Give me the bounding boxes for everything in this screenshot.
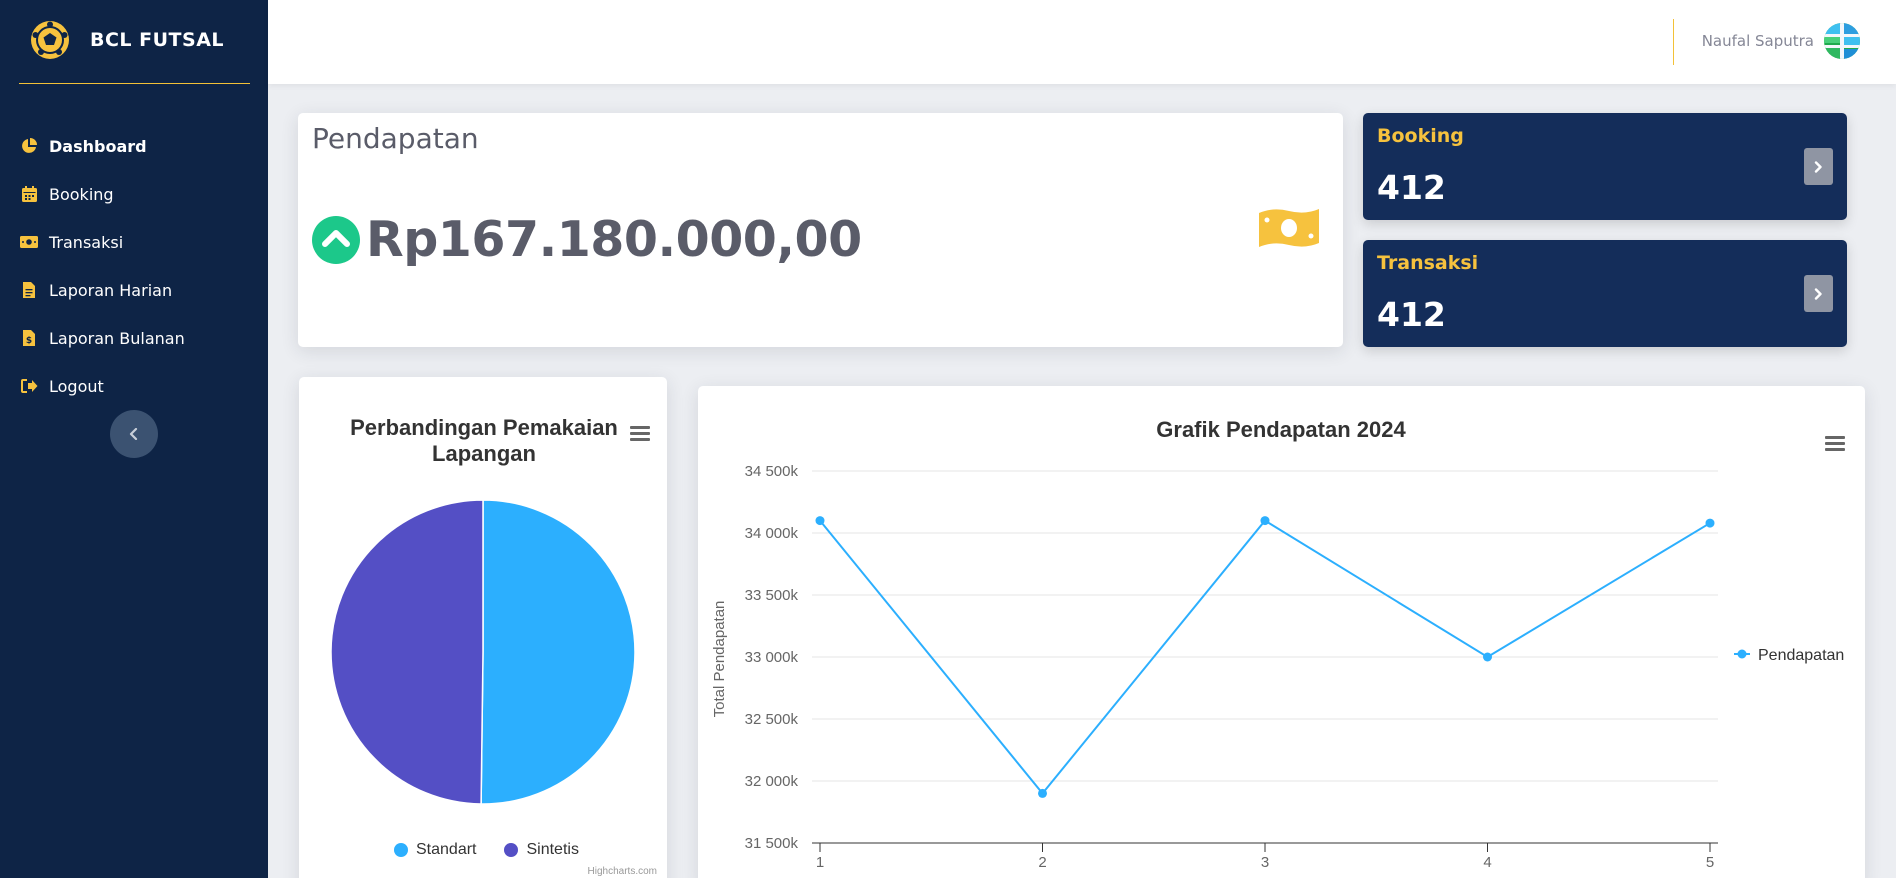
legend-item-pendapatan[interactable]: Pendapatan [1734, 647, 1844, 664]
sidebar-item-dashboard[interactable]: Dashboard [20, 122, 185, 170]
legend-marker [504, 843, 519, 857]
file-invoice-icon: $ [20, 329, 38, 347]
legend-label: Standart [416, 841, 477, 858]
legend-item-standart[interactable]: Standart [394, 841, 476, 859]
arrow-up-circle-icon [312, 215, 360, 264]
data-point[interactable] [1483, 652, 1492, 662]
money-bill-icon [20, 233, 38, 251]
data-point[interactable] [1260, 516, 1270, 526]
x-tick-label: 2 [1038, 854, 1046, 871]
sidebar-item-label: Logout [49, 376, 104, 396]
topbar-divider [1673, 19, 1674, 65]
data-point[interactable] [815, 516, 825, 526]
brand-name: BCL FUTSAL [90, 29, 225, 51]
sidebar-item-label: Booking [49, 184, 114, 204]
data-point[interactable] [1705, 518, 1715, 528]
pie-chart [330, 499, 636, 805]
y-axis-label: Total Pendapatan [711, 601, 728, 718]
chevron-right-icon [1814, 160, 1822, 173]
booking-detail-button[interactable] [1804, 148, 1833, 185]
revenue-title: Pendapatan [312, 122, 479, 155]
x-tick-label: 3 [1261, 854, 1269, 871]
y-tick-label: 34 500k [745, 463, 799, 480]
legend-marker [1737, 649, 1747, 659]
x-tick-label: 1 [816, 854, 824, 871]
chevron-left-icon [129, 428, 138, 440]
sidebar-item-label: Transaksi [49, 232, 124, 252]
soccer-ball-icon [31, 21, 69, 59]
file-icon [20, 281, 38, 299]
sidebar-item-logout[interactable]: Logout [20, 362, 185, 410]
line-chart-card: Grafik Pendapatan 2024 31 500k 32 000k 32 5… [698, 386, 1865, 878]
y-tick-label: 33 500k [745, 587, 799, 604]
sidebar-item-laporan-bulanan[interactable]: $ Laporan Bulanan [20, 314, 185, 362]
stat-label: Transaksi [1377, 252, 1479, 274]
sidebar-item-label: Laporan Harian [49, 280, 173, 300]
sidebar-item-label: Laporan Bulanan [49, 328, 185, 348]
legend-label: Sintetis [526, 841, 579, 858]
y-tick-label: 34 000k [745, 525, 799, 542]
pie-slice-standart[interactable] [480, 499, 636, 805]
sidebar-nav: Dashboard Booking Transaksi Laporan Hari… [20, 122, 185, 410]
stat-value: 412 [1377, 295, 1446, 334]
pie-chart-card: Perbandingan Pemakaian Lapangan Standart… [299, 377, 667, 878]
booking-stat-card: Booking 412 [1363, 113, 1847, 220]
x-tick-label: 4 [1483, 854, 1491, 871]
sidebar-item-laporan-harian[interactable]: Laporan Harian [20, 266, 185, 314]
sign-out-icon [20, 377, 38, 395]
chart-pie-icon [20, 137, 38, 155]
transaksi-detail-button[interactable] [1804, 275, 1833, 312]
data-point[interactable] [1038, 788, 1047, 798]
svg-text:$: $ [26, 336, 32, 346]
avatar[interactable] [1823, 22, 1861, 60]
topbar: Naufal Saputra [268, 0, 1896, 84]
sidebar: BCL FUTSAL Dashboard Booking Transaksi L… [0, 0, 268, 878]
pie-slice-sintetis[interactable] [330, 499, 484, 805]
chart-title: Grafik Pendapatan 2024 [1156, 417, 1406, 442]
y-tick-label: 31 500k [745, 835, 799, 852]
legend-marker [394, 843, 408, 857]
stat-label: Booking [1377, 125, 1464, 147]
sidebar-item-booking[interactable]: Booking [20, 170, 185, 218]
legend-item-sintetis[interactable]: Sintetis [504, 841, 579, 859]
legend-label: Pendapatan [1758, 647, 1844, 664]
calendar-icon [20, 185, 38, 203]
chart-legend: Standart Sintetis [394, 841, 607, 859]
chevron-right-icon [1814, 287, 1822, 300]
sidebar-toggle-button[interactable] [110, 410, 158, 458]
chart-menu-icon[interactable] [1825, 436, 1845, 452]
y-tick-label: 32 000k [745, 773, 799, 790]
transaksi-stat-card: Transaksi 412 [1363, 240, 1847, 347]
sidebar-item-transaksi[interactable]: Transaksi [20, 218, 185, 266]
revenue-value: Rp167.180.000,00 [366, 211, 862, 268]
y-tick-label: 33 000k [745, 649, 799, 666]
stat-value: 412 [1377, 168, 1446, 207]
x-tick-label: 5 [1706, 854, 1714, 871]
user-name[interactable]: Naufal Saputra [1702, 32, 1814, 50]
sidebar-divider [19, 83, 250, 84]
brand[interactable]: BCL FUTSAL [30, 20, 224, 60]
revenue-row: Rp167.180.000,00 [312, 211, 862, 268]
chart-credits[interactable]: Highcharts.com [588, 866, 657, 877]
y-tick-label: 32 500k [745, 711, 799, 728]
revenue-card: Pendapatan Rp167.180.000,00 [298, 113, 1343, 347]
line-chart: Grafik Pendapatan 202431 500k32 000k32 5… [711, 417, 1844, 871]
money-bill-wave-icon [1259, 209, 1319, 247]
sidebar-item-label: Dashboard [49, 136, 147, 156]
